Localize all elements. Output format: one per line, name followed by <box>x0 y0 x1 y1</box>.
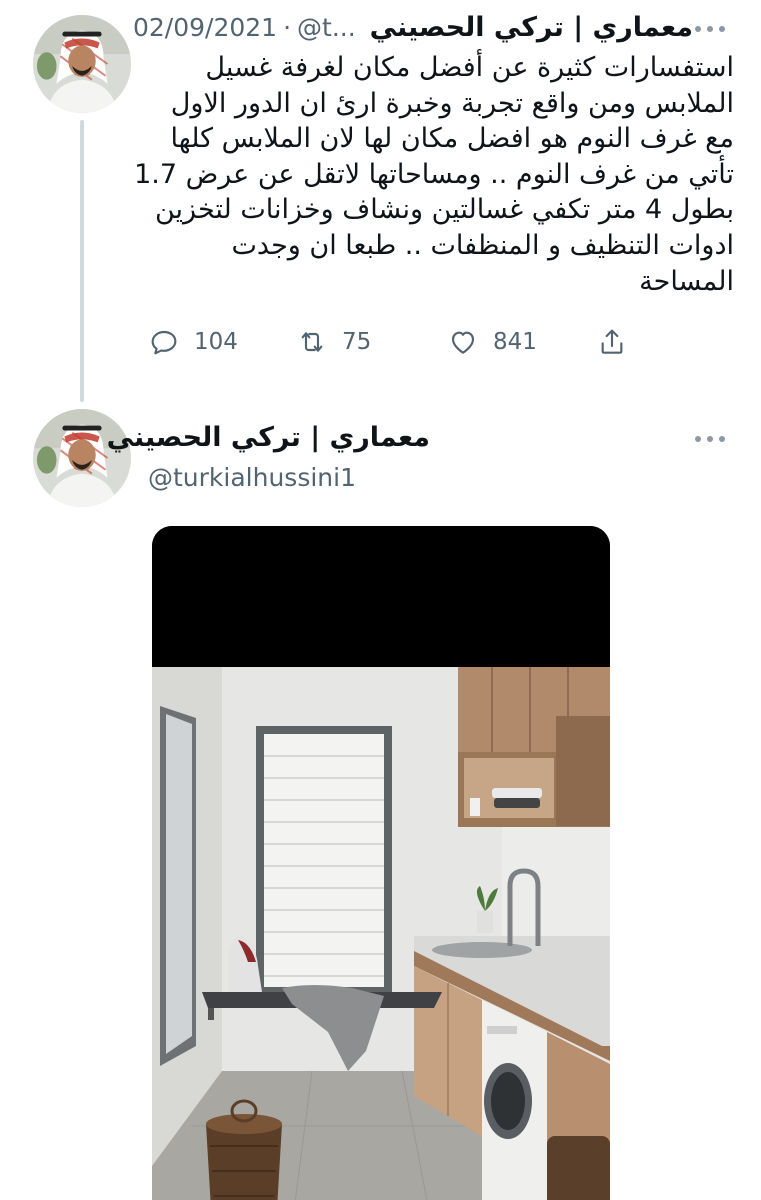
display-name[interactable]: معماري | تركي الحصيني <box>107 422 430 453</box>
retweet-count: 75 <box>342 329 372 355</box>
share-icon <box>601 329 623 354</box>
tweet-text-line: تأتي من غرف النوم .. ومساحاتها لاتقل عن … <box>134 158 734 190</box>
reply-icon <box>151 330 177 355</box>
reply-count: 104 <box>194 329 238 355</box>
tweet-media-image[interactable] <box>152 526 610 1200</box>
avatar-image <box>33 15 131 113</box>
laundry-room-photo <box>152 526 610 1200</box>
thread-connector-line <box>80 120 84 402</box>
heart-icon <box>451 331 475 354</box>
tweet-text-line: بطول 4 متر تكفي غسالتين ونشاف وخزانات لت… <box>154 194 734 226</box>
tweet-text: استفسارات كثيرة عن أفضل مكان لغرفة غسيل … <box>134 50 734 299</box>
share-button[interactable] <box>596 324 628 360</box>
reply-button[interactable]: 104 <box>148 324 238 360</box>
tweet-header: معماري | تركي الحصيني <box>107 422 430 453</box>
retweet-icon <box>301 332 323 352</box>
tweet-thread: معماري | تركي الحصيني @t... · 02/09/2021… <box>0 0 761 1200</box>
more-dots-icon[interactable] <box>695 434 725 444</box>
like-count: 841 <box>493 329 537 355</box>
tweet-date[interactable]: 02/09/2021 <box>133 13 277 42</box>
tweet-text-line: مع غرف النوم هو افضل مكان لها لان الملاب… <box>170 123 734 155</box>
like-button[interactable]: 841 <box>447 324 537 360</box>
more-dots-icon[interactable] <box>695 24 725 34</box>
tweet-text-line: الملابس ومن واقع تجربة وخبرة ارئ ان الدو… <box>170 87 734 119</box>
tweet-text-line: المساحة <box>639 265 734 297</box>
handle[interactable]: @t... <box>297 13 356 42</box>
avatar[interactable] <box>33 15 131 113</box>
tweet-text-line: استفسارات كثيرة عن أفضل مكان لغرفة غسيل <box>205 52 734 83</box>
retweet-button[interactable]: 75 <box>296 324 371 360</box>
display-name[interactable]: معماري | تركي الحصيني <box>370 12 693 43</box>
tweet-header: معماري | تركي الحصيني @t... · 02/09/2021 <box>133 12 693 43</box>
tweet-text-line: ادوات التنظيف و المنظفات .. طبعا ان وجدت <box>231 229 734 261</box>
handle[interactable]: @turkialhussini1 <box>148 463 356 492</box>
separator-dot: · <box>283 13 292 42</box>
